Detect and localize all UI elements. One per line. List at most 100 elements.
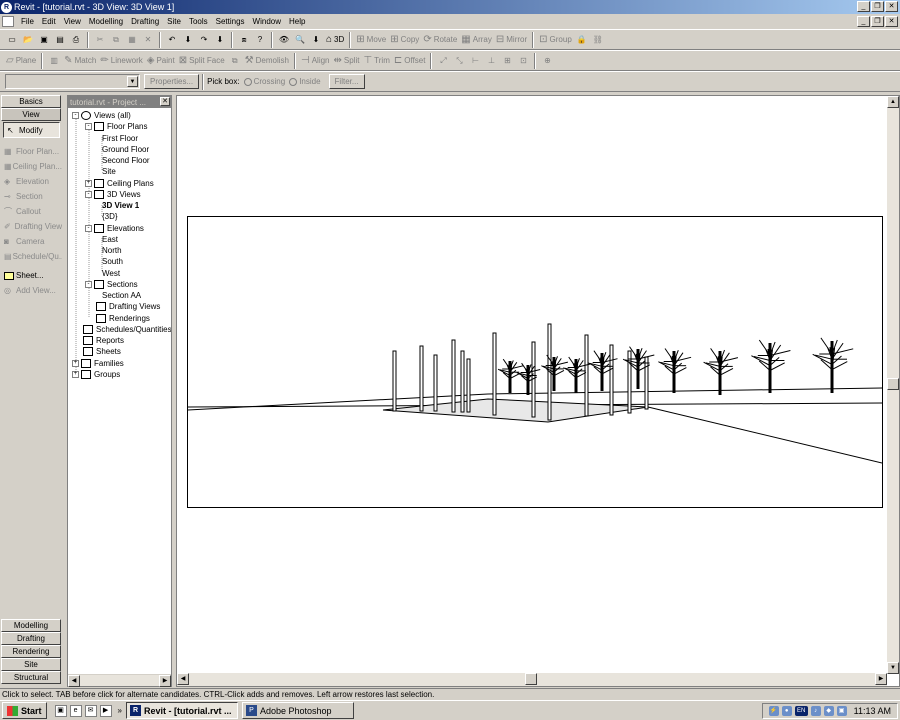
split-button[interactable]: ⇹ Split (332, 52, 362, 69)
collapse-icon[interactable]: - (85, 190, 92, 198)
dimension-icon[interactable]: ⊢ (467, 52, 483, 69)
add-view-tool[interactable]: ◎ Add View... (1, 283, 62, 298)
link-icon[interactable]: ⛓ (590, 31, 606, 48)
scroll-right-icon[interactable]: ▶ (159, 675, 171, 687)
delete-icon[interactable]: ✕ (140, 31, 156, 48)
sheet-tool[interactable]: Sheet... (1, 268, 62, 283)
properties-button[interactable]: Properties... (144, 74, 200, 89)
expand-icon[interactable]: + (72, 359, 79, 367)
antivirus-icon[interactable]: ● (781, 706, 792, 716)
building-icon[interactable]: ▥ (46, 52, 62, 69)
work-plane-button[interactable]: ▱ Plane (4, 52, 38, 69)
tab-drafting[interactable]: Drafting (1, 632, 61, 645)
move-button[interactable]: ⊞ Move (354, 31, 388, 48)
close-icon[interactable]: ✕ (160, 97, 170, 106)
browser-horizontal-scrollbar[interactable]: ◀ ▶ (68, 674, 171, 687)
scroll-right-icon[interactable]: ▶ (875, 673, 887, 685)
offset-button[interactable]: ⊏ Offset (392, 52, 428, 69)
tab-view[interactable]: View (1, 108, 61, 121)
crossing-radio[interactable] (243, 77, 252, 86)
menu-help[interactable]: Help (285, 17, 309, 26)
collapse-icon[interactable]: - (85, 123, 92, 131)
revit-app-icon[interactable]: R (1, 1, 12, 13)
menu-drafting[interactable]: Drafting (127, 17, 163, 26)
floor-plan-tool[interactable]: ▦ Floor Plan... (1, 144, 62, 159)
menu-site[interactable]: Site (163, 17, 185, 26)
expand-icon[interactable]: + (85, 179, 92, 187)
tray-app-icon[interactable]: ◆ (823, 706, 834, 716)
open-icon[interactable]: 📂 (20, 31, 36, 48)
split-face-button[interactable]: ⊠ Split Face (177, 52, 227, 69)
menu-view[interactable]: View (60, 17, 85, 26)
copy-icon[interactable]: ⧉ (108, 31, 124, 48)
drafting-view-tool[interactable]: ✐ Drafting View (1, 219, 62, 234)
spot-icon[interactable]: ⊡ (515, 52, 531, 69)
horizontal-scroll-thumb[interactable] (525, 673, 537, 685)
tree-item[interactable]: Site (102, 166, 116, 177)
tree-item[interactable]: Drafting Views (96, 301, 160, 312)
lock-icon[interactable]: 🔒 (574, 31, 590, 48)
tag-icon[interactable]: ⊞ (499, 52, 515, 69)
collapse-icon[interactable]: - (85, 280, 92, 288)
collapse-icon[interactable]: - (85, 224, 92, 232)
pin-icon[interactable]: ⊥ (483, 52, 499, 69)
menu-settings[interactable]: Settings (212, 17, 249, 26)
menu-tools[interactable]: Tools (185, 17, 212, 26)
new-icon[interactable]: ▭ (4, 31, 20, 48)
tree-item[interactable]: {3D} (102, 211, 118, 222)
vertical-scroll-thumb[interactable] (887, 378, 899, 390)
tree-item[interactable]: North (102, 245, 122, 256)
tree-item[interactable]: West (102, 268, 120, 279)
inside-radio[interactable] (289, 77, 298, 86)
close-button[interactable]: ✕ (885, 1, 898, 12)
expand-icon[interactable]: + (72, 370, 79, 378)
thin-lines-icon[interactable]: ⧈ (236, 31, 252, 48)
network-icon[interactable]: ⚡ (768, 706, 779, 716)
document-icon[interactable] (2, 16, 14, 27)
callout-tool[interactable]: ⌒ Callout (1, 204, 62, 219)
chevron-down-icon[interactable]: ▼ (127, 76, 138, 87)
demolish-button[interactable]: ⚒ Demolish (243, 52, 291, 69)
tab-rendering[interactable]: Rendering (1, 645, 61, 658)
tree-item[interactable]: Renderings (96, 313, 150, 324)
rotate-button[interactable]: ⟳ Rotate (421, 31, 459, 48)
zoom-dropdown-icon[interactable]: ⬇ (308, 31, 324, 48)
save-all-icon[interactable]: ▤ (52, 31, 68, 48)
scale-icon[interactable]: ⤡ (451, 52, 467, 69)
tree-item[interactable]: Schedules/Quantities (83, 324, 171, 335)
tab-basics[interactable]: Basics (1, 95, 61, 108)
3d-view-canvas[interactable]: ▲ ▼ ◀ ▶ (176, 95, 900, 687)
tree-item[interactable]: + Families (72, 358, 124, 369)
schedule-tool[interactable]: ▤ Schedule/Qu... (1, 249, 62, 264)
mirror-button[interactable]: ⊟ Mirror (494, 31, 529, 48)
tree-item[interactable]: - 3D Views (85, 189, 141, 200)
print-icon[interactable]: ⎙ (68, 31, 84, 48)
tab-site[interactable]: Site (1, 658, 61, 671)
menu-edit[interactable]: Edit (38, 17, 60, 26)
view-eye-icon[interactable]: 👁 (276, 31, 292, 48)
ceiling-plan-tool[interactable]: ▦ Ceiling Plan... (1, 159, 62, 174)
media-player-icon[interactable]: ▶ (99, 704, 112, 717)
group-button[interactable]: ⊡ Group (537, 31, 574, 48)
redo-icon[interactable]: ↷ (196, 31, 212, 48)
menu-modelling[interactable]: Modelling (85, 17, 127, 26)
tree-item[interactable]: Sheets (83, 346, 121, 357)
filter-button[interactable]: Filter... (328, 74, 365, 89)
view-horizontal-scrollbar[interactable]: ◀ ▶ (177, 673, 887, 686)
trim-button[interactable]: ⊤ Trim (361, 52, 391, 69)
linework-button[interactable]: ✏ Linework (98, 52, 144, 69)
tree-item[interactable]: East (102, 234, 118, 245)
scroll-up-icon[interactable]: ▲ (887, 96, 899, 108)
menu-window[interactable]: Window (249, 17, 285, 26)
section-tool[interactable]: ⊸ Section (1, 189, 62, 204)
tree-item[interactable]: + Groups (72, 369, 120, 380)
scroll-left-icon[interactable]: ◀ (177, 673, 189, 685)
tree-item[interactable]: 3D View 1 (102, 200, 139, 211)
taskbar-revit[interactable]: R Revit - [tutorial.rvt ... (125, 702, 238, 719)
doc-restore-button[interactable]: ❐ (871, 16, 884, 27)
save-icon[interactable]: ▣ (36, 31, 52, 48)
outlook-icon[interactable]: ✉ (84, 704, 97, 717)
minimize-button[interactable]: _ (857, 1, 870, 12)
restore-button[interactable]: ❐ (871, 1, 884, 12)
tree-item[interactable]: Reports (83, 335, 124, 346)
